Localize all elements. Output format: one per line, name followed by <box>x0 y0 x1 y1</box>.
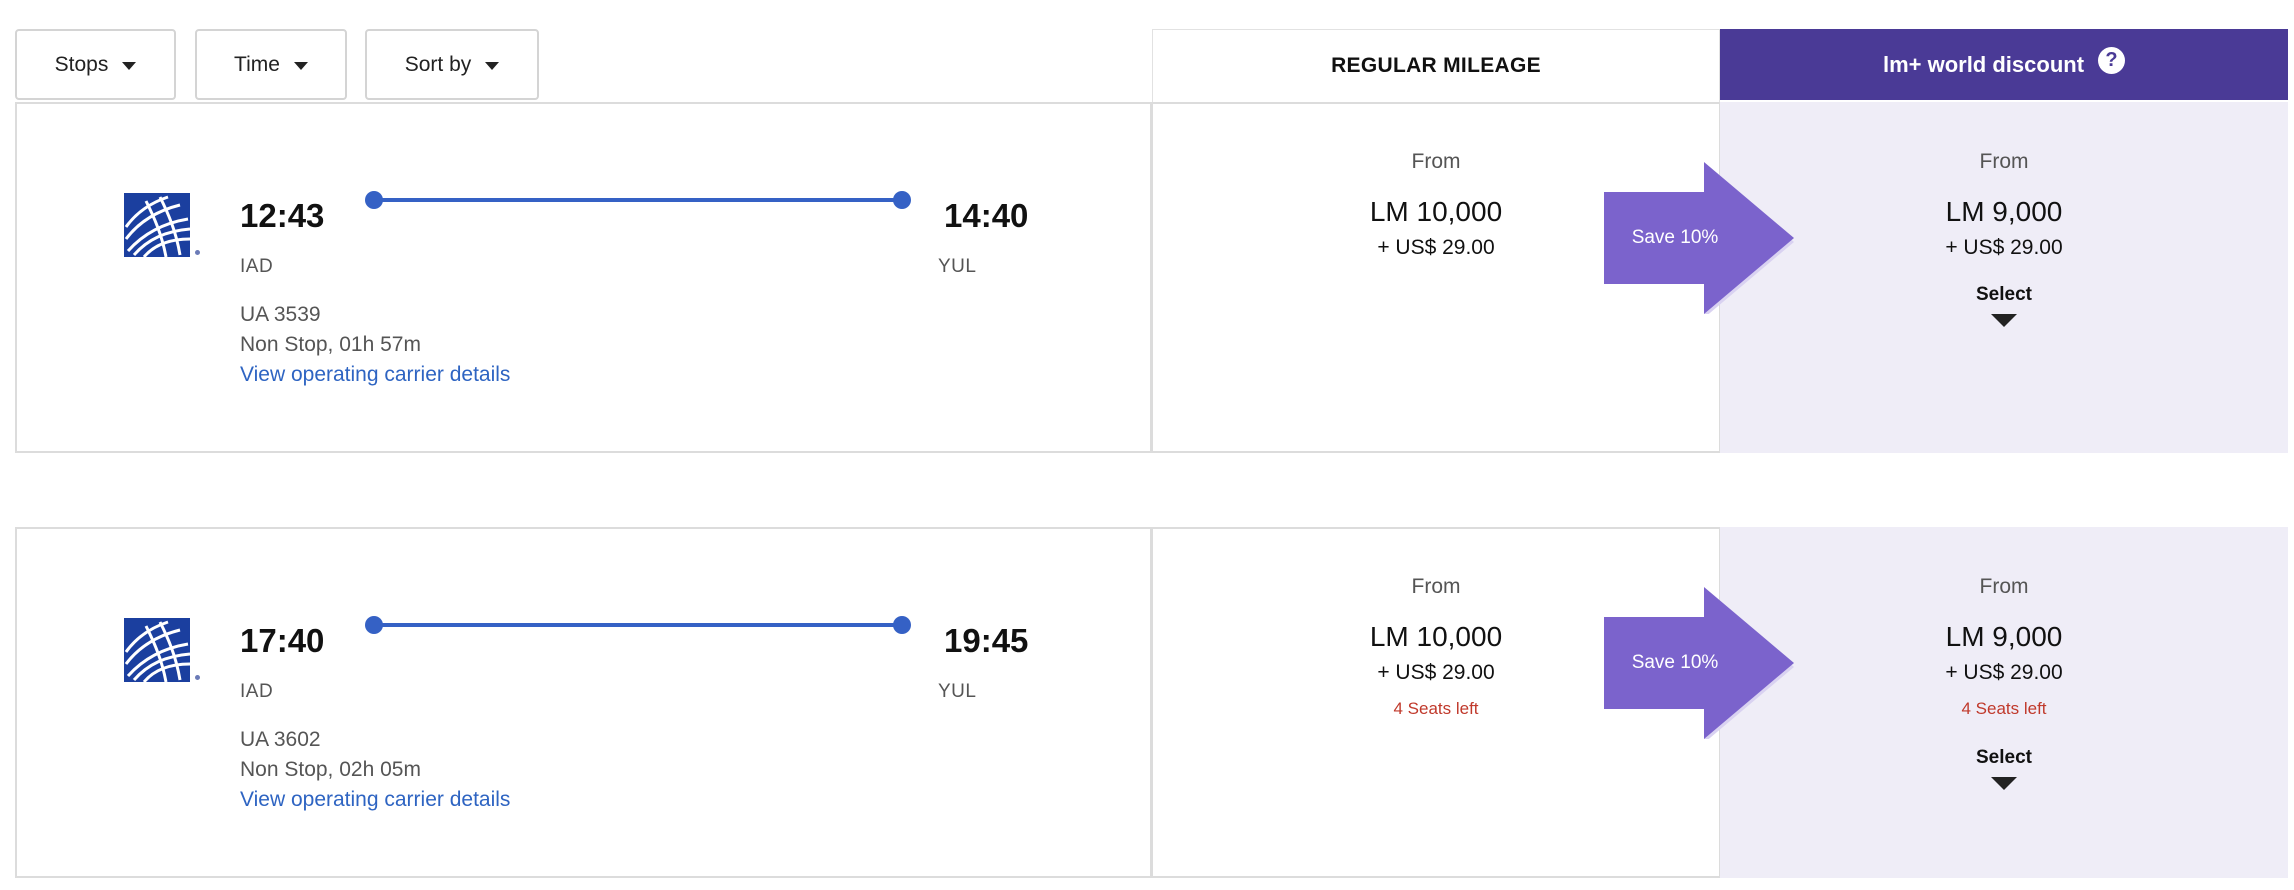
united-globe-icon <box>124 193 190 257</box>
united-globe-icon <box>124 618 190 682</box>
select-button[interactable]: Select <box>1976 747 2032 769</box>
flight-number: UA 3602 <box>240 728 321 751</box>
carrier-details-link[interactable]: View operating carrier details <box>240 788 510 812</box>
flight-card-1-details <box>15 102 1152 453</box>
usd-surcharge: + US$ 29.00 <box>1945 236 2063 259</box>
seats-left-badge: 4 Seats left <box>1961 699 2047 718</box>
route-line <box>374 198 902 202</box>
discount-price: From LM 9,000 + US$ 29.00 Select <box>1720 150 2288 327</box>
stops-filter-label: Stops <box>54 52 109 76</box>
sort-by-label: Sort by <box>404 52 472 76</box>
chevron-down-icon <box>485 61 500 70</box>
triangle-down-icon[interactable] <box>1991 314 2017 327</box>
from-label: From <box>1979 150 2029 173</box>
triangle-down-icon[interactable] <box>1991 777 2017 790</box>
miles-price: LM 9,000 <box>1945 196 2063 227</box>
miles-price: LM 9,000 <box>1945 621 2063 652</box>
logo-mark-dot <box>195 250 200 255</box>
carrier-details-link[interactable]: View operating carrier details <box>240 363 510 387</box>
route-end-dot <box>893 191 911 209</box>
from-label: From <box>1979 575 2029 598</box>
departure-time: 17:40 <box>240 622 325 659</box>
flight-duration: Non Stop, 01h 57m <box>240 333 421 356</box>
stops-filter-button[interactable]: Stops <box>15 29 176 100</box>
united-globe-icon-svg <box>124 620 190 682</box>
time-filter-label: Time <box>234 52 280 76</box>
destination-code: YUL <box>938 256 977 277</box>
world-discount-header: lm+ world discount ? <box>1720 29 2288 100</box>
time-filter-button[interactable]: Time <box>195 29 347 100</box>
flight-duration: Non Stop, 02h 05m <box>240 758 421 781</box>
chevron-down-icon <box>122 61 137 70</box>
world-discount-title: lm+ world discount <box>1882 51 2085 77</box>
flight-card-2-details <box>15 527 1152 878</box>
logo-mark-dot <box>195 675 200 680</box>
route-end-dot <box>893 616 911 634</box>
usd-surcharge: + US$ 29.00 <box>1945 661 2063 684</box>
flight-number: UA 3539 <box>240 303 321 326</box>
sort-by-button[interactable]: Sort by <box>365 29 539 100</box>
route-line <box>374 623 902 627</box>
arrival-time: 14:40 <box>944 197 1029 234</box>
regular-mileage-header: REGULAR MILEAGE <box>1152 29 1720 102</box>
united-globe-icon-svg <box>124 195 190 257</box>
origin-code: IAD <box>240 256 274 277</box>
destination-code: YUL <box>938 681 977 702</box>
departure-time: 12:43 <box>240 197 325 234</box>
arrival-time: 19:45 <box>944 622 1029 659</box>
chevron-down-icon <box>293 61 308 70</box>
discount-price: From LM 9,000 + US$ 29.00 4 Seats left S… <box>1720 575 2288 790</box>
regular-mileage-title: REGULAR MILEAGE <box>1331 54 1541 77</box>
origin-code: IAD <box>240 681 274 702</box>
question-circle-icon[interactable]: ? <box>2098 47 2126 74</box>
select-button[interactable]: Select <box>1976 284 2032 306</box>
